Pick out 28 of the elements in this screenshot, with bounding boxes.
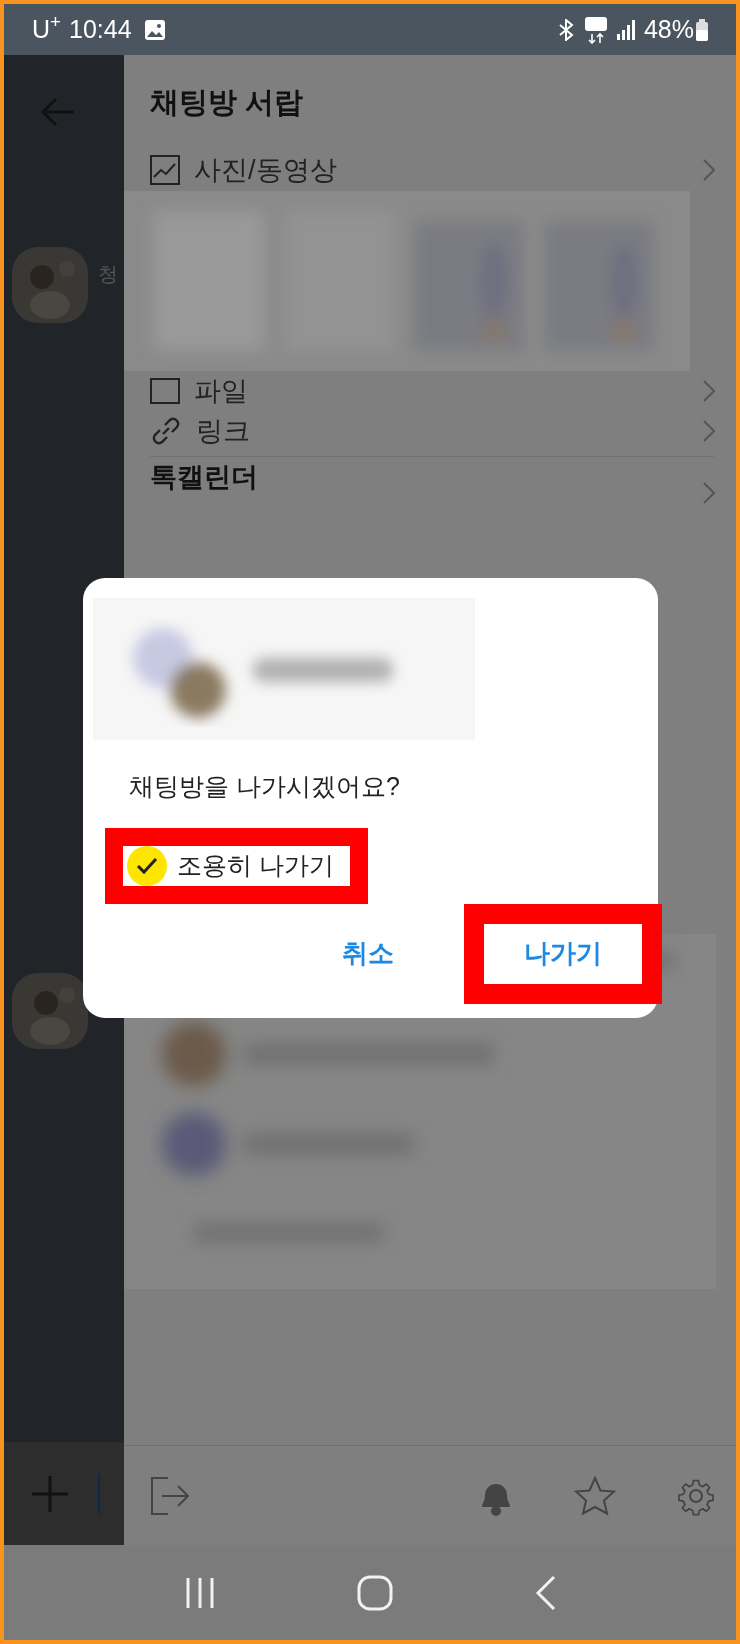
drawer-section-header[interactable]: 톡캘린더 — [124, 456, 736, 529]
network-5g-icon — [583, 15, 608, 44]
drawer-item[interactable]: 링크 — [124, 411, 736, 452]
dialog-message: 채팅방을 나가시겠어요? — [129, 771, 401, 802]
carrier-label: U$^{+}$ — [32, 10, 61, 45]
file-icon — [150, 377, 180, 404]
signal-icon — [615, 19, 636, 40]
star-icon[interactable] — [574, 1475, 616, 1516]
text-cursor-icon — [98, 1473, 102, 1514]
image-icon — [143, 18, 166, 41]
chevron-icon — [702, 378, 716, 403]
chevron-icon — [702, 158, 716, 183]
exit-icon[interactable] — [150, 1475, 190, 1516]
recent-apps-icon[interactable] — [184, 1575, 217, 1610]
drawer-item[interactable]: 파일 — [124, 370, 736, 411]
back-icon[interactable] — [533, 1574, 556, 1611]
home-icon[interactable] — [357, 1574, 393, 1611]
drawer-item[interactable]: 사진/동영상 — [124, 150, 736, 191]
image-icon — [150, 155, 180, 186]
check-icon — [136, 856, 158, 875]
battery-icon — [696, 18, 708, 41]
battery-percent: 48% — [643, 13, 694, 45]
plus-icon[interactable] — [30, 1473, 70, 1514]
status-time: 10:44 — [69, 13, 132, 45]
bluetooth-icon — [557, 18, 574, 41]
drawer-title: 채팅방 서랍 — [150, 84, 304, 120]
chevron-icon — [702, 419, 716, 444]
chevron-icon — [702, 480, 716, 505]
